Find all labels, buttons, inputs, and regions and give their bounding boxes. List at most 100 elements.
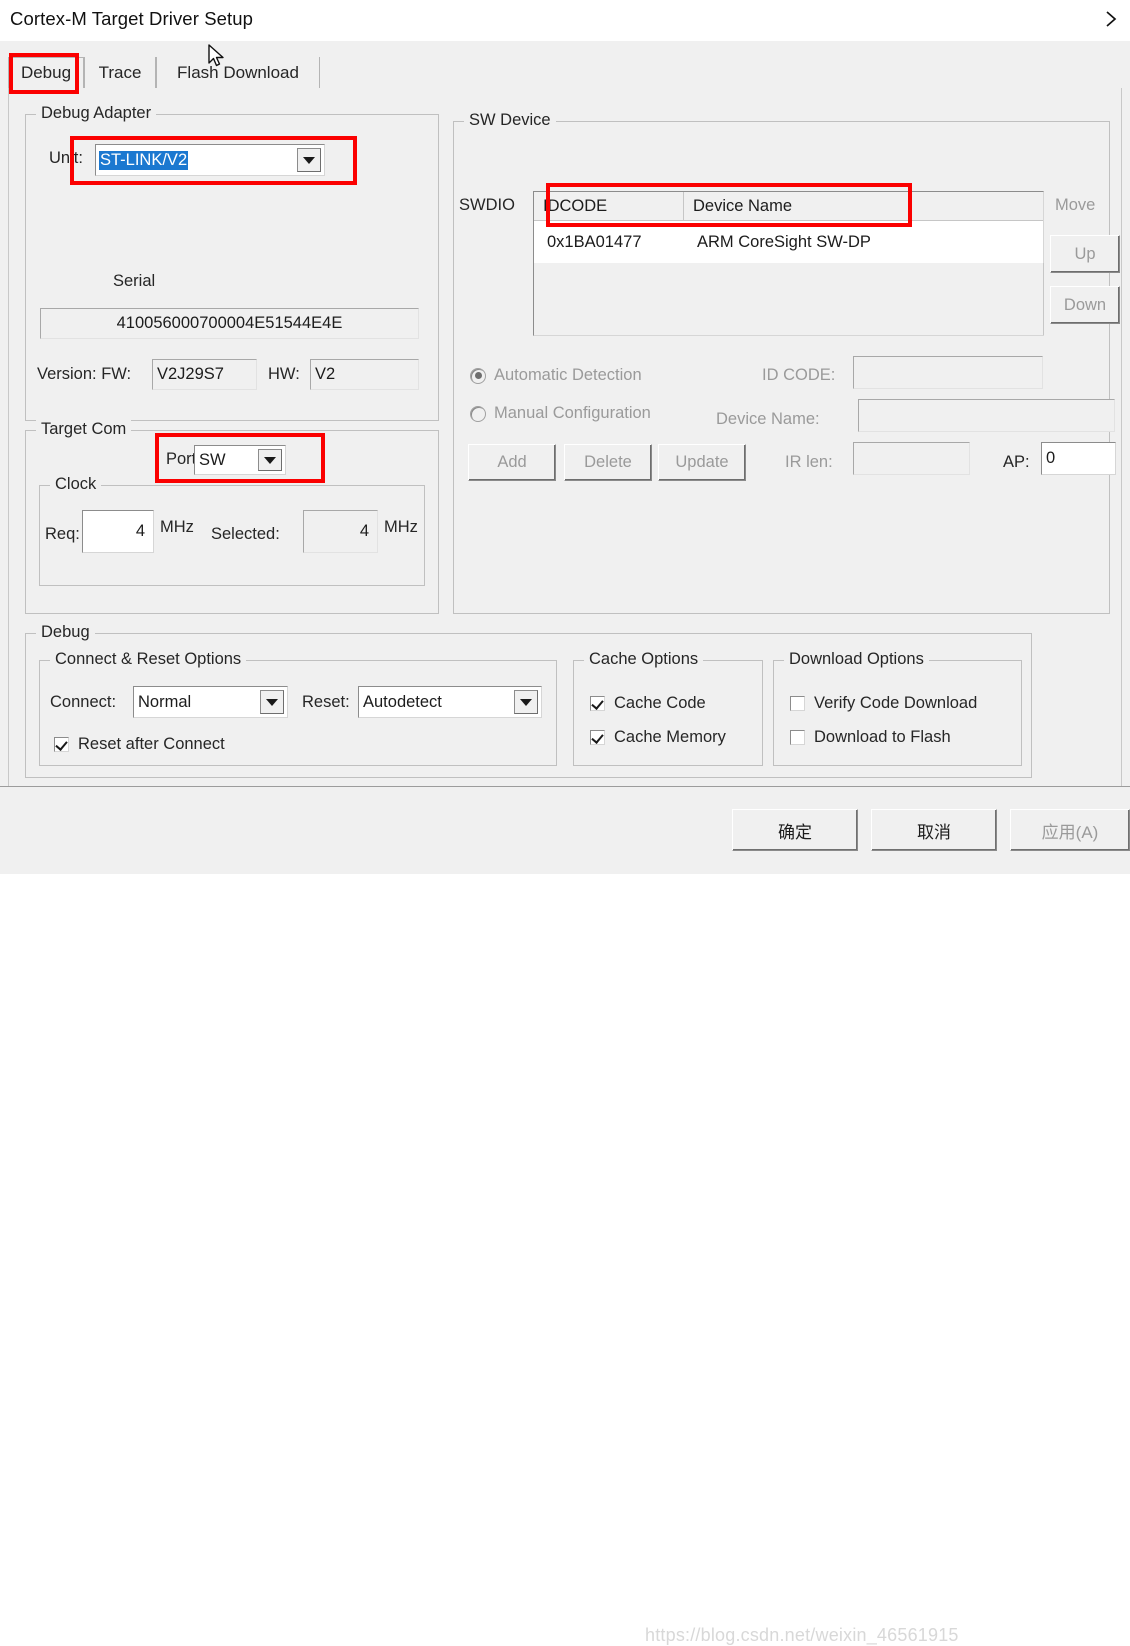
chevron-down-icon[interactable] xyxy=(260,690,284,714)
column-header-device-name[interactable]: Device Name xyxy=(684,192,912,220)
column-header-idcode[interactable]: IDCODE xyxy=(534,192,684,220)
sw-device-list-empty-area xyxy=(534,263,1044,335)
move-up-button[interactable]: Up xyxy=(1050,235,1120,273)
ap-field[interactable]: 0 xyxy=(1041,442,1116,475)
checkbox-indicator xyxy=(790,730,805,745)
cache-memory-label: Cache Memory xyxy=(614,728,726,746)
fw-version-field: V2J29S7 xyxy=(152,359,257,390)
req-label: Req: xyxy=(45,525,80,543)
target-driver-setup-dialog: Debug Trace Flash Download Debug Adapter… xyxy=(0,41,1130,873)
chevron-down-icon[interactable] xyxy=(514,690,538,714)
chevron-down-icon[interactable] xyxy=(258,449,282,471)
verify-code-download-label: Verify Code Download xyxy=(814,694,978,712)
chevron-down-icon[interactable] xyxy=(297,148,321,172)
ir-len-label: IR len: xyxy=(785,453,833,471)
unit-label: Unit: xyxy=(49,149,83,167)
unit-combo-value: ST-LINK/V2 xyxy=(99,150,189,170)
connect-combo[interactable]: Normal xyxy=(133,686,288,718)
tab-flash-download[interactable]: Flash Download xyxy=(156,57,320,88)
sw-device-list-header: IDCODE Device Name xyxy=(534,192,1043,221)
tab-debug[interactable]: Debug xyxy=(8,57,84,88)
cache-code-label: Cache Code xyxy=(614,694,706,712)
add-button[interactable]: Add xyxy=(468,444,556,481)
unit-combo[interactable]: ST-LINK/V2 xyxy=(95,144,325,176)
selected-label: Selected: xyxy=(211,525,280,543)
port-combo-value: SW xyxy=(199,450,226,469)
chevron-right-icon[interactable] xyxy=(1098,6,1124,32)
download-options-group: Download Options xyxy=(773,650,1022,766)
cache-options-group-label: Cache Options xyxy=(584,650,704,669)
cache-code-checkbox[interactable]: Cache Code xyxy=(590,694,706,713)
page-title: Cortex-M Target Driver Setup xyxy=(10,8,254,29)
apply-button-label: 应用(A) xyxy=(1041,822,1099,842)
sw-device-list[interactable]: IDCODE Device Name 0x1BA01477 ARM CoreSi… xyxy=(533,191,1044,336)
reset-after-connect-label: Reset after Connect xyxy=(78,735,225,753)
debug-adapter-group-label: Debug Adapter xyxy=(36,104,157,123)
cancel-button-label: 取消 xyxy=(917,822,951,842)
hw-version-field: V2 xyxy=(310,359,419,390)
req-clock-field[interactable]: 4 xyxy=(82,510,154,553)
delete-button[interactable]: Delete xyxy=(564,444,652,481)
checkbox-indicator xyxy=(54,737,69,752)
hw-label: HW: xyxy=(268,365,300,383)
connect-label: Connect: xyxy=(50,693,117,711)
update-label: Update xyxy=(675,453,729,471)
device-name-field xyxy=(858,399,1115,432)
connect-combo-value: Normal xyxy=(138,692,192,711)
dialog-button-bar: 确定 取消 应用(A) https://blog.csdn.net/weixin… xyxy=(0,786,1130,1645)
id-code-field xyxy=(853,356,1043,389)
move-down-label: Down xyxy=(1063,295,1107,314)
radio-indicator xyxy=(470,405,486,422)
clock-group-label: Clock xyxy=(50,475,102,494)
target-com-group-label: Target Com xyxy=(36,420,132,439)
download-options-group-label: Download Options xyxy=(784,650,929,669)
watermark-text: https://blog.csdn.net/weixin_46561915 xyxy=(645,1625,959,1645)
port-combo[interactable]: SW xyxy=(194,445,286,475)
apply-button[interactable]: 应用(A) xyxy=(1010,809,1130,851)
reset-after-connect-checkbox[interactable]: Reset after Connect xyxy=(54,735,225,754)
device-name-label: Device Name: xyxy=(716,410,820,428)
window-title-bar: Cortex-M Target Driver Setup xyxy=(0,0,1130,41)
verify-code-download-checkbox[interactable]: Verify Code Download xyxy=(790,694,977,713)
delete-label: Delete xyxy=(584,453,632,471)
connect-reset-options-group-label: Connect & Reset Options xyxy=(50,650,247,669)
cell-extra xyxy=(912,221,1043,263)
version-fw-label: Version: FW: xyxy=(37,365,132,383)
checkbox-indicator xyxy=(590,730,605,745)
swdio-label: SWDIO xyxy=(459,196,515,214)
tab-trace[interactable]: Trace xyxy=(84,57,156,88)
cache-options-group: Cache Options xyxy=(573,650,763,766)
serial-label: Serial xyxy=(113,272,156,290)
tab-flash-download-label: Flash Download xyxy=(177,62,299,82)
tab-bar: Debug Trace Flash Download xyxy=(8,57,1122,89)
serial-value-field: 410056000700004E51544E4E xyxy=(40,308,419,339)
cache-memory-checkbox[interactable]: Cache Memory xyxy=(590,728,726,747)
move-down-button[interactable]: Down xyxy=(1050,286,1120,324)
ir-len-field xyxy=(853,442,970,475)
table-row[interactable]: 0x1BA01477 ARM CoreSight SW-DP xyxy=(534,221,1043,263)
req-unit-label: MHz xyxy=(160,518,194,536)
ok-button[interactable]: 确定 xyxy=(732,809,858,851)
reset-combo[interactable]: Autodetect xyxy=(358,686,542,718)
tab-trace-label: Trace xyxy=(98,62,142,82)
manual-configuration-radio[interactable]: Manual Configuration xyxy=(470,404,651,423)
cell-device-name: ARM CoreSight SW-DP xyxy=(697,232,871,251)
update-button[interactable]: Update xyxy=(658,444,746,481)
selected-unit-label: MHz xyxy=(384,518,418,536)
radio-indicator xyxy=(470,367,486,384)
column-header-extra[interactable] xyxy=(912,192,1043,220)
checkbox-indicator xyxy=(790,696,805,711)
tab-debug-label: Debug xyxy=(20,63,72,82)
add-label: Add xyxy=(497,453,527,471)
debug-group-label: Debug xyxy=(36,623,95,642)
move-up-label: Up xyxy=(1074,244,1096,263)
checkbox-indicator xyxy=(590,696,605,711)
cancel-button[interactable]: 取消 xyxy=(871,809,997,851)
ap-label: AP: xyxy=(1003,453,1030,471)
reset-combo-value: Autodetect xyxy=(363,692,442,711)
download-to-flash-checkbox[interactable]: Download to Flash xyxy=(790,728,951,747)
download-to-flash-label: Download to Flash xyxy=(814,728,951,746)
selected-clock-field: 4 xyxy=(303,510,378,553)
reset-label: Reset: xyxy=(302,693,350,711)
automatic-detection-radio[interactable]: Automatic Detection xyxy=(470,366,642,385)
